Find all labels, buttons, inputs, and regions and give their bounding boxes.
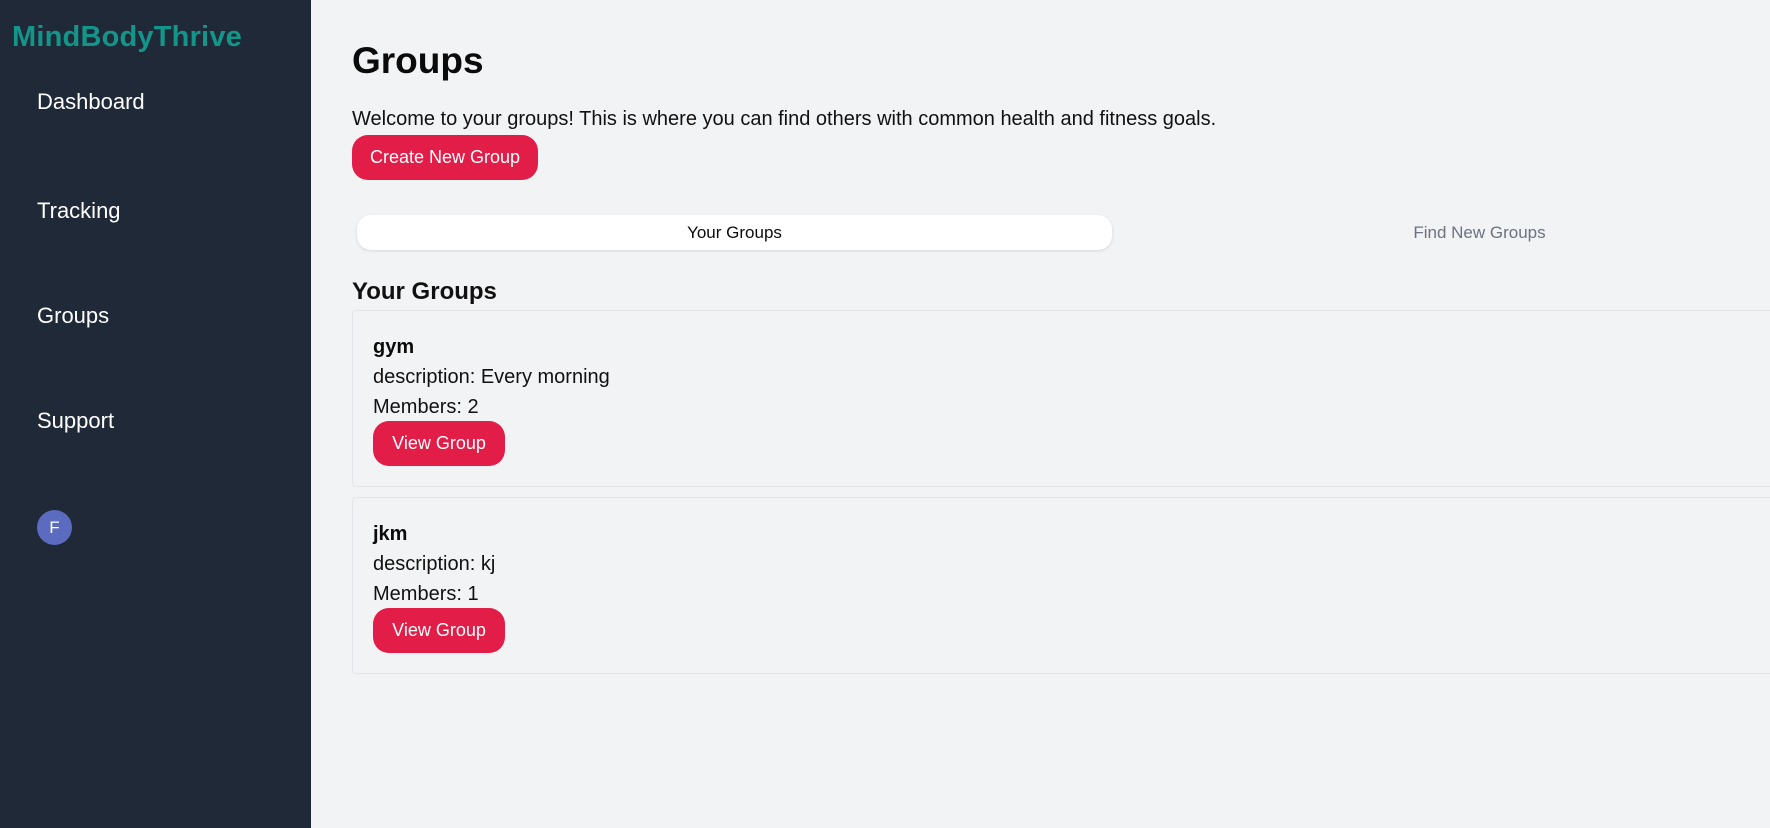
group-description: description: kj — [373, 553, 496, 575]
group-description: description: Every morning — [373, 366, 610, 388]
avatar-initial: F — [49, 517, 60, 537]
view-group-button[interactable]: View Group — [373, 608, 505, 653]
group-card: gym description: Every morning Members: … — [352, 310, 1770, 487]
group-tabs: Your Groups Find New Groups — [352, 211, 1770, 253]
app-root: MindBodyThrive Dashboard Tracking Groups… — [0, 0, 1770, 828]
avatar[interactable]: F — [37, 510, 72, 545]
group-name: gym — [373, 336, 415, 358]
sidebar: MindBodyThrive Dashboard Tracking Groups… — [0, 0, 311, 828]
view-group-button[interactable]: View Group — [373, 421, 505, 466]
sidebar-item-groups[interactable]: Groups — [37, 303, 109, 329]
page-title: Groups — [352, 40, 484, 81]
sidebar-item-dashboard[interactable]: Dashboard — [37, 89, 145, 115]
brand-logo[interactable]: MindBodyThrive — [12, 21, 242, 54]
tab-your-groups[interactable]: Your Groups — [357, 215, 1112, 250]
sidebar-item-support[interactable]: Support — [37, 408, 114, 434]
welcome-text: Welcome to your groups! This is where yo… — [352, 108, 1217, 130]
tab-find-new-groups[interactable]: Find New Groups — [1117, 215, 1770, 250]
group-name: jkm — [373, 523, 408, 545]
create-new-group-button[interactable]: Create New Group — [352, 135, 538, 180]
main-content: Groups Welcome to your groups! This is w… — [311, 0, 1770, 828]
sidebar-item-tracking[interactable]: Tracking — [37, 198, 121, 224]
group-card: jkm description: kj Members: 1 View Grou… — [352, 497, 1770, 674]
group-members: Members: 2 — [373, 396, 479, 418]
group-members: Members: 1 — [373, 583, 479, 605]
section-title: Your Groups — [352, 278, 497, 305]
